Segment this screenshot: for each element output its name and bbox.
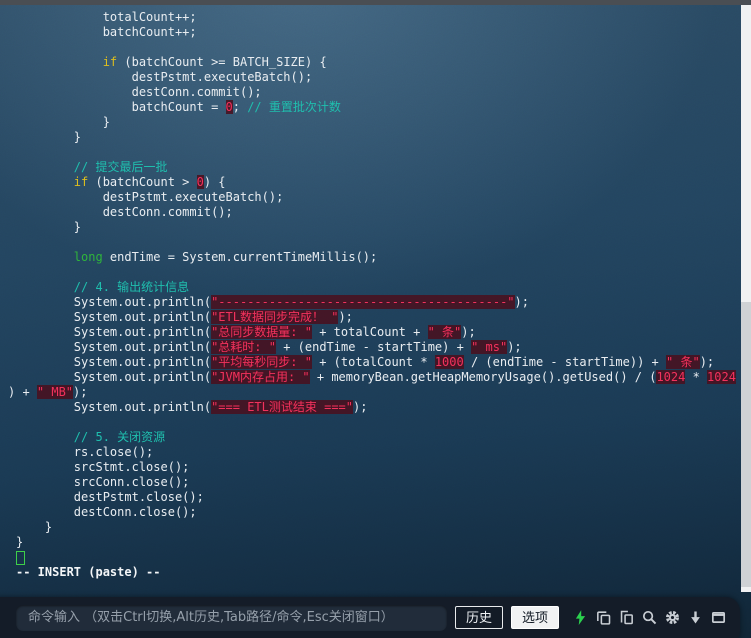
copy-icon[interactable]: [592, 607, 615, 629]
code-line: [16, 550, 737, 565]
code-line: if (batchCount > 0) {: [73, 175, 226, 189]
command-input[interactable]: [16, 604, 447, 631]
code-line: System.out.println("=== ETL测试结束 ===");: [16, 400, 368, 414]
window-icon[interactable]: [707, 607, 730, 629]
code-line: srcConn.close();: [16, 475, 190, 489]
code-line: destPstmt.executeBatch();: [16, 190, 284, 204]
code-line: System.out.println("--------------------…: [16, 295, 529, 309]
code-line: }: [16, 520, 53, 534]
window-top-edge: [0, 0, 751, 5]
search-icon[interactable]: [638, 607, 661, 629]
code-line: System.out.println("总耗时: " + (endTime - …: [16, 340, 522, 354]
code-line: // 提交最后一批: [73, 160, 168, 174]
code-line: destPstmt.close();: [16, 490, 204, 504]
code-line: batchCount++;: [16, 25, 197, 39]
code-line: }: [16, 220, 82, 234]
code-line: destPstmt.executeBatch();: [16, 70, 313, 84]
terminal-window: totalCount++; batchCount++; if (batchCou…: [0, 0, 751, 638]
code-line: batchCount = 0; // 重置批次计数: [16, 100, 341, 114]
code-line: System.out.println("ETL数据同步完成！ ");: [16, 310, 353, 324]
code-line: destConn.commit();: [16, 85, 262, 99]
code-line: srcStmt.close();: [16, 460, 190, 474]
code-line: rs.close();: [16, 445, 154, 459]
lightning-icon[interactable]: [569, 607, 592, 629]
options-button[interactable]: 选项: [510, 606, 559, 629]
code-line: -- INSERT (paste) --: [16, 565, 161, 579]
code-line: destConn.close();: [16, 505, 197, 519]
command-bar: 历史 选项: [0, 597, 740, 638]
code-line: // 4. 输出统计信息: [73, 280, 190, 294]
text-cursor: [16, 551, 25, 565]
history-button[interactable]: 历史: [454, 606, 503, 629]
gear-icon[interactable]: [661, 607, 684, 629]
code-line: ) + " MB");: [8, 385, 88, 399]
code-line: }: [16, 130, 82, 144]
code-line: System.out.println("总同步数据量: " + totalCou…: [16, 325, 476, 339]
code-line: }: [16, 535, 24, 549]
code-line: destConn.commit();: [16, 205, 233, 219]
code-line: // 5. 关闭资源: [73, 430, 166, 444]
code-line: if (batchCount >= BATCH_SIZE) {: [102, 55, 327, 69]
scrollbar-thumb[interactable]: [741, 302, 751, 587]
code-line: System.out.println("平均每秒同步: " + (totalCo…: [16, 355, 715, 369]
download-icon[interactable]: [684, 607, 707, 629]
code-line: long endTime = System.currentTimeMillis(…: [73, 250, 378, 264]
code-line: totalCount++;: [16, 10, 197, 24]
code-line: System.out.println("JVM内存占用: " + memoryB…: [16, 370, 736, 384]
code-line: }: [16, 115, 110, 129]
paste-icon[interactable]: [615, 607, 638, 629]
icon-toolbar: [569, 607, 730, 629]
code-area: totalCount++; batchCount++; if (batchCou…: [0, 10, 737, 580]
